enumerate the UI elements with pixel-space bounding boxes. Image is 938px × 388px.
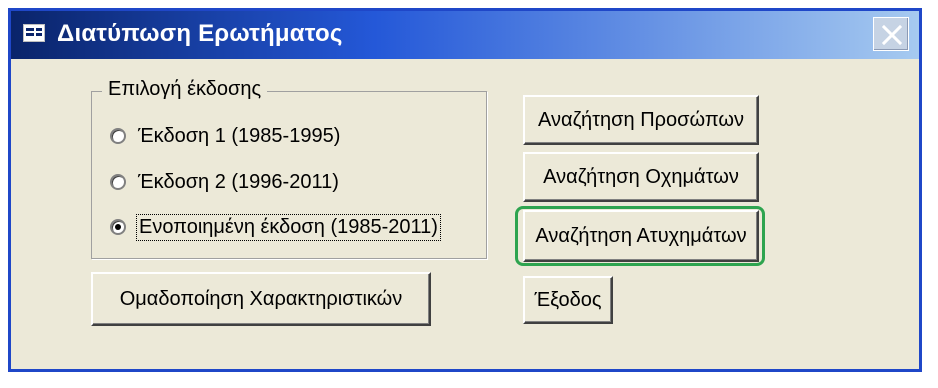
search-vehicles-button[interactable]: Αναζήτηση Οχημάτων: [523, 152, 759, 202]
version-group: Επιλογή έκδοσης Έκδοση 1 (1985-1995) Έκδ…: [91, 78, 487, 259]
title-bar[interactable]: Διατύπωση Ερωτήματος: [11, 11, 919, 59]
window-title: Διατύπωση Ερωτήματος: [57, 20, 343, 47]
version-option-2[interactable]: Έκδοση 2 (1996-2011): [110, 168, 341, 196]
group-features-button[interactable]: Ομαδοποίηση Χαρακτηριστικών: [91, 272, 431, 326]
form-icon: [23, 24, 45, 42]
version-option-2-label: Έκδοση 2 (1996-2011): [138, 170, 339, 193]
version-option-1-label: Έκδοση 1 (1985-1995): [138, 124, 341, 147]
radio-button[interactable]: [110, 174, 126, 190]
close-button[interactable]: [873, 17, 909, 51]
exit-button[interactable]: Έξοδος: [523, 276, 613, 324]
version-option-1[interactable]: Έκδοση 1 (1985-1995): [110, 122, 342, 150]
version-option-unified[interactable]: Ενοποιημένη έκδοση (1985-2011): [110, 213, 441, 241]
dialog-window: Διατύπωση Ερωτήματος Επιλογή έκδοσης Έκδ…: [8, 8, 922, 372]
highlight-box: [515, 206, 765, 266]
version-group-legend: Επιλογή έκδοσης: [102, 78, 268, 101]
radio-button-selected[interactable]: [110, 219, 126, 235]
search-persons-button[interactable]: Αναζήτηση Προσώπων: [523, 95, 759, 145]
close-icon: [881, 24, 903, 46]
radio-button[interactable]: [110, 128, 126, 144]
version-option-unified-label: Ενοποιημένη έκδοση (1985-2011): [136, 213, 441, 241]
